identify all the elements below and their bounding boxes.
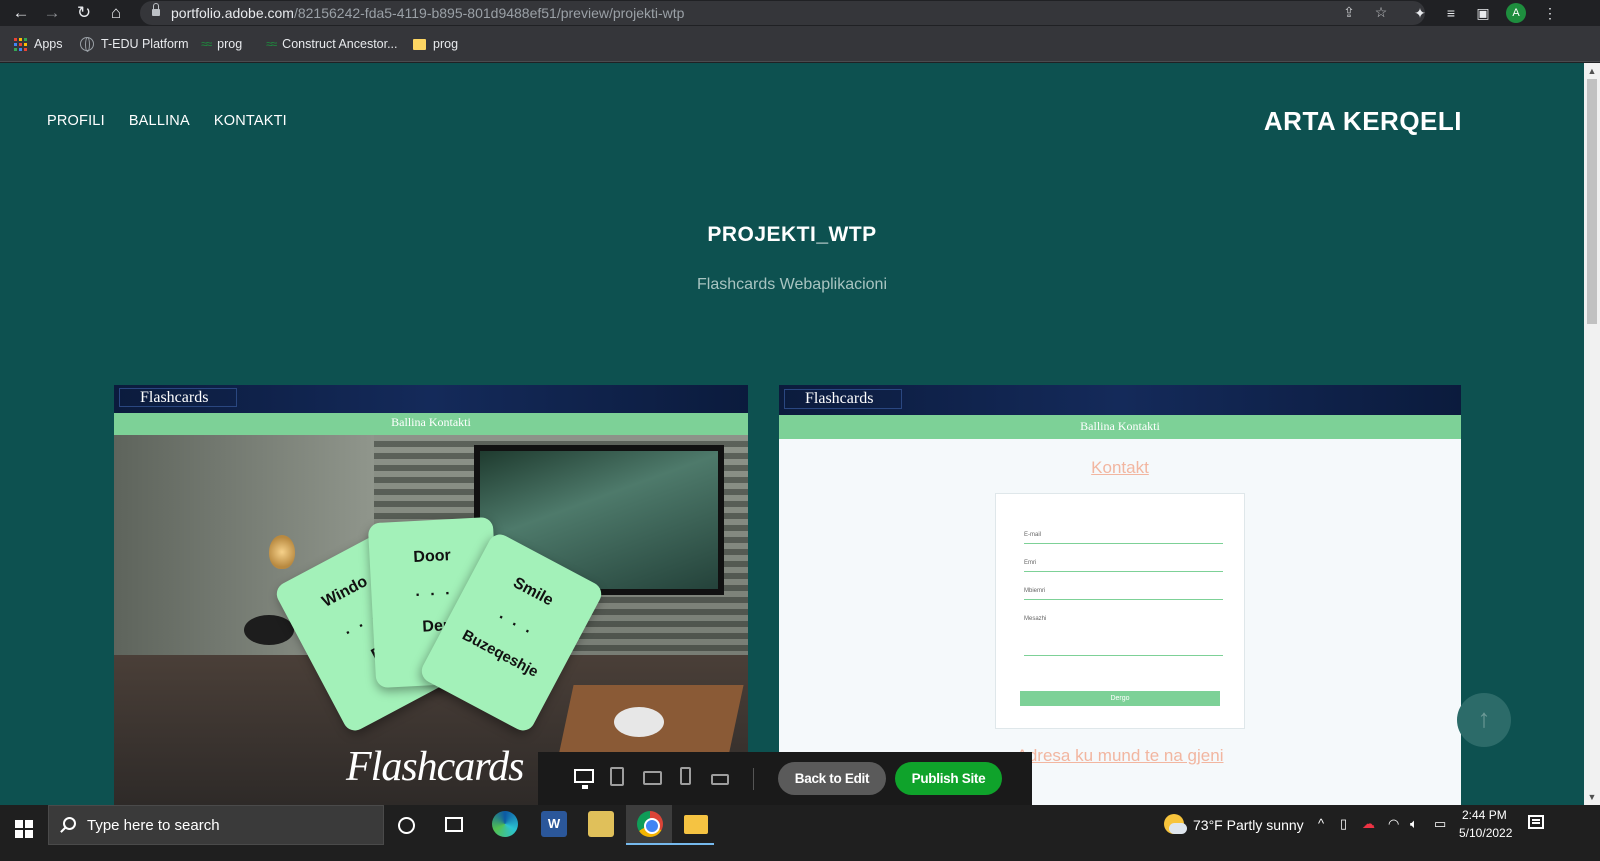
- weather-text[interactable]: 73°F Partly sunny: [1193, 817, 1304, 833]
- phone-landscape-icon[interactable]: [711, 774, 729, 785]
- page-scrollbar[interactable]: ▲ ▼: [1584, 63, 1600, 805]
- project-image-contact[interactable]: Flashcards Ballina Kontakti Kontakt E-ma…: [779, 385, 1461, 805]
- lamp-base: [244, 615, 294, 645]
- word-icon[interactable]: W: [541, 811, 567, 837]
- mock-logo: Flashcards: [784, 389, 902, 409]
- search-icon: [63, 817, 76, 830]
- mock-logo: Flashcards: [119, 388, 237, 407]
- notifications-icon[interactable]: [1528, 815, 1544, 829]
- edge-icon[interactable]: [492, 811, 518, 837]
- phone-portrait-icon[interactable]: [680, 767, 691, 785]
- scroll-down-arrow-icon[interactable]: ▼: [1584, 789, 1600, 805]
- sticky-notes-icon[interactable]: [588, 811, 614, 837]
- battery-icon[interactable]: ▭: [1434, 816, 1446, 832]
- clock-time[interactable]: 2:44 PM: [1462, 808, 1507, 822]
- desktop-view-icon[interactable]: [574, 769, 594, 789]
- mock-header: Flashcards: [114, 385, 748, 413]
- reading-list-icon[interactable]: ≡: [1441, 3, 1461, 23]
- email-field: E-mail: [1024, 530, 1223, 544]
- tablet-landscape-icon[interactable]: [643, 771, 662, 785]
- apps-grid-icon: [14, 37, 27, 51]
- weather-icon[interactable]: [1164, 814, 1187, 834]
- bookmark-prog-folder[interactable]: prog: [413, 35, 458, 53]
- scroll-thumb[interactable]: [1587, 79, 1597, 324]
- project-image-home[interactable]: Windo . . . D Door . . . Der Smile . . .…: [114, 385, 748, 805]
- lock-icon: [152, 3, 160, 16]
- nav-kontakti[interactable]: KONTAKTI: [214, 113, 287, 129]
- profile-avatar[interactable]: A: [1506, 3, 1526, 23]
- clock-date[interactable]: 5/10/2022: [1459, 826, 1512, 840]
- chrome-icon[interactable]: [637, 811, 663, 837]
- tablet-portrait-icon[interactable]: [610, 767, 624, 786]
- globe-icon: [80, 37, 94, 52]
- cortana-icon[interactable]: [398, 817, 415, 834]
- back-arrow-icon[interactable]: ←: [11, 3, 31, 23]
- search-placeholder: Type here to search: [87, 817, 220, 834]
- folder-icon: [413, 38, 426, 50]
- volume-icon[interactable]: 🔈︎: [1410, 816, 1418, 832]
- home-icon[interactable]: ⌂: [106, 3, 126, 23]
- back-to-edit-button[interactable]: Back to Edit: [778, 762, 886, 795]
- site-brand[interactable]: ARTA KERQELI: [1264, 106, 1462, 137]
- reload-icon[interactable]: ↻: [74, 3, 94, 23]
- meet-now-icon[interactable]: ▯: [1340, 816, 1347, 832]
- nav-ballina[interactable]: BALLINA: [129, 113, 190, 129]
- bookmark-construct[interactable]: ≈≈ Construct Ancestor...: [266, 35, 398, 53]
- bookmark-prog[interactable]: ≈≈ prog: [201, 35, 242, 53]
- message-field: Mesazhi: [1024, 616, 1223, 656]
- browser-toolbar: ← → ↻ ⌂ portfolio.adobe.com/82156242-fda…: [0, 0, 1600, 26]
- bookmarks-bar: Apps T-EDU Platform ≈≈ prog ≈≈ Construct…: [0, 26, 1600, 62]
- file-explorer-icon[interactable]: [684, 815, 708, 834]
- toolbar-divider: [753, 768, 754, 790]
- task-view-icon[interactable]: [445, 817, 463, 832]
- flashcards-script-logo: Flashcards: [346, 744, 524, 790]
- explorer-running-indicator: [670, 843, 714, 845]
- star-icon[interactable]: ☆: [1372, 3, 1390, 21]
- menu-kebab-icon[interactable]: ⋮: [1540, 3, 1560, 23]
- windows-taskbar: Type here to search W 73°F Partly sunny …: [0, 805, 1600, 861]
- page-viewport: PROFILI BALLINA KONTAKTI ARTA KERQELI PR…: [0, 63, 1584, 805]
- windows-start-icon[interactable]: [15, 820, 33, 838]
- site-nav: PROFILI BALLINA KONTAKTI: [47, 113, 287, 129]
- mouse-image: [614, 707, 664, 737]
- taskbar-search[interactable]: Type here to search: [48, 805, 384, 845]
- mock-header: Flashcards: [779, 385, 1461, 415]
- project-subtitle: Flashcards Webaplikacioni: [696, 276, 887, 293]
- publish-site-button[interactable]: Publish Site: [895, 762, 1002, 795]
- lamp-bulb: [269, 535, 295, 569]
- name-field: Emri: [1024, 558, 1223, 572]
- mock-menu: Ballina Kontakti: [114, 413, 748, 435]
- address-bar[interactable]: portfolio.adobe.com/82156242-fda5-4119-b…: [140, 1, 1425, 25]
- bookmark-apps[interactable]: Apps: [14, 35, 63, 53]
- mock-menu: Ballina Kontakti: [779, 415, 1461, 439]
- wave-icon: ≈≈: [266, 37, 277, 51]
- preview-toolbar: Back to Edit Publish Site: [538, 752, 1032, 805]
- url-text[interactable]: portfolio.adobe.com/82156242-fda5-4119-b…: [171, 5, 684, 21]
- contact-title: Kontakt: [1091, 458, 1149, 477]
- bookmark-tedu[interactable]: T-EDU Platform: [80, 35, 189, 53]
- forward-arrow-icon[interactable]: →: [42, 3, 62, 23]
- side-panel-icon[interactable]: ▣: [1473, 3, 1493, 23]
- nav-profili[interactable]: PROFILI: [47, 113, 105, 129]
- share-icon[interactable]: ⇪: [1340, 3, 1358, 21]
- submit-button: Dergo: [1020, 691, 1220, 706]
- onedrive-error-icon[interactable]: ☁: [1362, 816, 1375, 832]
- surname-field: Mbiemri: [1024, 586, 1223, 600]
- project-title: PROJEKTI_WTP: [707, 223, 877, 246]
- contact-form: E-mail Emri Mbiemri Mesazhi Dergo: [995, 493, 1245, 729]
- wave-icon: ≈≈: [201, 37, 212, 51]
- back-to-top-button[interactable]: ↑: [1457, 693, 1511, 747]
- wifi-icon[interactable]: ◠: [1388, 816, 1399, 832]
- extensions-icon[interactable]: ✦: [1410, 3, 1430, 23]
- tray-chevron-icon[interactable]: ^: [1318, 816, 1324, 831]
- scroll-up-arrow-icon[interactable]: ▲: [1584, 63, 1600, 79]
